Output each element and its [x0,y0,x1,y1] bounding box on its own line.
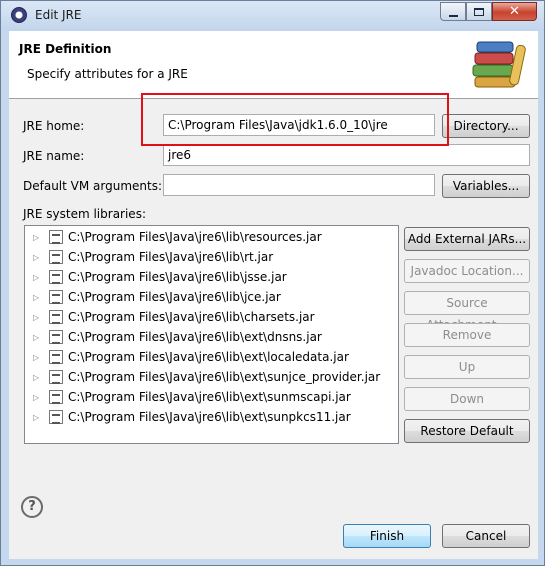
expand-icon[interactable]: ▷ [33,393,45,402]
help-icon[interactable]: ? [21,496,43,518]
expand-icon[interactable]: ▷ [33,313,45,322]
list-item[interactable]: ▷ C:\Program Files\Java\jre6\lib\rt.jar [25,247,397,267]
jar-file-icon [49,250,63,264]
title-bar[interactable]: Edit JRE ✕ [1,1,544,31]
annotation-highlight-box [141,93,449,146]
list-item[interactable]: ▷ C:\Program Files\Java\jre6\lib\ext\sunp… [25,407,397,427]
expand-icon[interactable]: ▷ [33,373,45,382]
list-item[interactable]: ▷ C:\Program Files\Java\jre6\lib\ext\sunm… [25,387,397,407]
source-attachment-button[interactable]: Source Attachment... [404,291,530,332]
list-item[interactable]: ▷ C:\Program Files\Java\jre6\lib\ext\loca… [25,347,397,367]
library-path: C:\Program Files\Java\jre6\lib\resources… [68,230,322,244]
jar-file-icon [49,390,63,404]
close-icon: ✕ [509,4,520,19]
library-path: C:\Program Files\Java\jre6\lib\ext\sunms… [68,390,351,404]
jar-file-icon [49,270,63,284]
banner-title: JRE Definition [19,42,112,56]
minimize-icon [448,14,458,17]
library-path: C:\Program Files\Java\jre6\lib\jce.jar [68,290,281,304]
window-title: Edit JRE [35,8,82,22]
library-path: C:\Program Files\Java\jre6\lib\ext\sunpk… [68,410,351,424]
expand-icon[interactable]: ▷ [33,293,45,302]
dialog-banner: JRE Definition Specify attributes for a … [9,31,538,99]
list-item[interactable]: ▷ C:\Program Files\Java\jre6\lib\ext\dnsn… [25,327,397,347]
close-button[interactable]: ✕ [492,2,537,21]
list-item[interactable]: ▷ C:\Program Files\Java\jre6\lib\ext\sunj… [25,367,397,387]
system-libraries-label: JRE system libraries: [23,207,146,221]
jre-home-label: JRE home: [23,119,85,133]
down-button[interactable]: Down [404,387,530,411]
library-books-icon [472,41,526,88]
jar-file-icon [49,410,63,424]
vm-arguments-label: Default VM arguments: [23,179,163,193]
edit-jre-window: Edit JRE ✕ JRE Definition Specify attrib… [0,0,545,566]
vm-arguments-input[interactable] [163,174,435,196]
directory-button[interactable]: Directory... [442,114,530,138]
up-button[interactable]: Up [404,355,530,379]
jre-name-input[interactable]: jre6 [163,144,530,166]
library-path: C:\Program Files\Java\jre6\lib\jsse.jar [68,270,287,284]
maximize-button[interactable] [466,2,492,21]
system-libraries-list[interactable]: ▷ C:\Program Files\Java\jre6\lib\resource… [24,225,399,444]
remove-button[interactable]: Remove [404,323,530,347]
list-item[interactable]: ▷ C:\Program Files\Java\jre6\lib\charsets… [25,307,397,327]
cancel-button[interactable]: Cancel [442,524,530,548]
jre-name-label: JRE name: [23,149,85,163]
banner-description: Specify attributes for a JRE [27,67,188,81]
eclipse-app-icon [11,7,27,23]
expand-icon[interactable]: ▷ [33,233,45,242]
jar-file-icon [49,330,63,344]
jar-file-icon [49,230,63,244]
expand-icon[interactable]: ▷ [33,413,45,422]
expand-icon[interactable]: ▷ [33,253,45,262]
jar-file-icon [49,310,63,324]
expand-icon[interactable]: ▷ [33,353,45,362]
expand-icon[interactable]: ▷ [33,333,45,342]
list-item[interactable]: ▷ C:\Program Files\Java\jre6\lib\resource… [25,227,397,247]
javadoc-location-button[interactable]: Javadoc Location... [404,259,530,283]
jar-file-icon [49,370,63,384]
list-item[interactable]: ▷ C:\Program Files\Java\jre6\lib\jce.jar [25,287,397,307]
library-path: C:\Program Files\Java\jre6\lib\rt.jar [68,250,274,264]
dialog-client-area: JRE Definition Specify attributes for a … [9,31,538,559]
restore-default-button[interactable]: Restore Default [404,419,530,443]
minimize-button[interactable] [440,2,466,21]
library-path: C:\Program Files\Java\jre6\lib\charsets.… [68,310,315,324]
library-path: C:\Program Files\Java\jre6\lib\ext\dnsns… [68,330,322,344]
library-path: C:\Program Files\Java\jre6\lib\ext\local… [68,350,349,364]
expand-icon[interactable]: ▷ [33,273,45,282]
maximize-icon [474,7,484,16]
jar-file-icon [49,350,63,364]
variables-button[interactable]: Variables... [442,174,530,198]
library-path: C:\Program Files\Java\jre6\lib\ext\sunjc… [68,370,381,384]
jar-file-icon [49,290,63,304]
finish-button[interactable]: Finish [343,524,431,548]
list-item[interactable]: ▷ C:\Program Files\Java\jre6\lib\jsse.jar [25,267,397,287]
add-external-jars-button[interactable]: Add External JARs... [404,227,530,251]
